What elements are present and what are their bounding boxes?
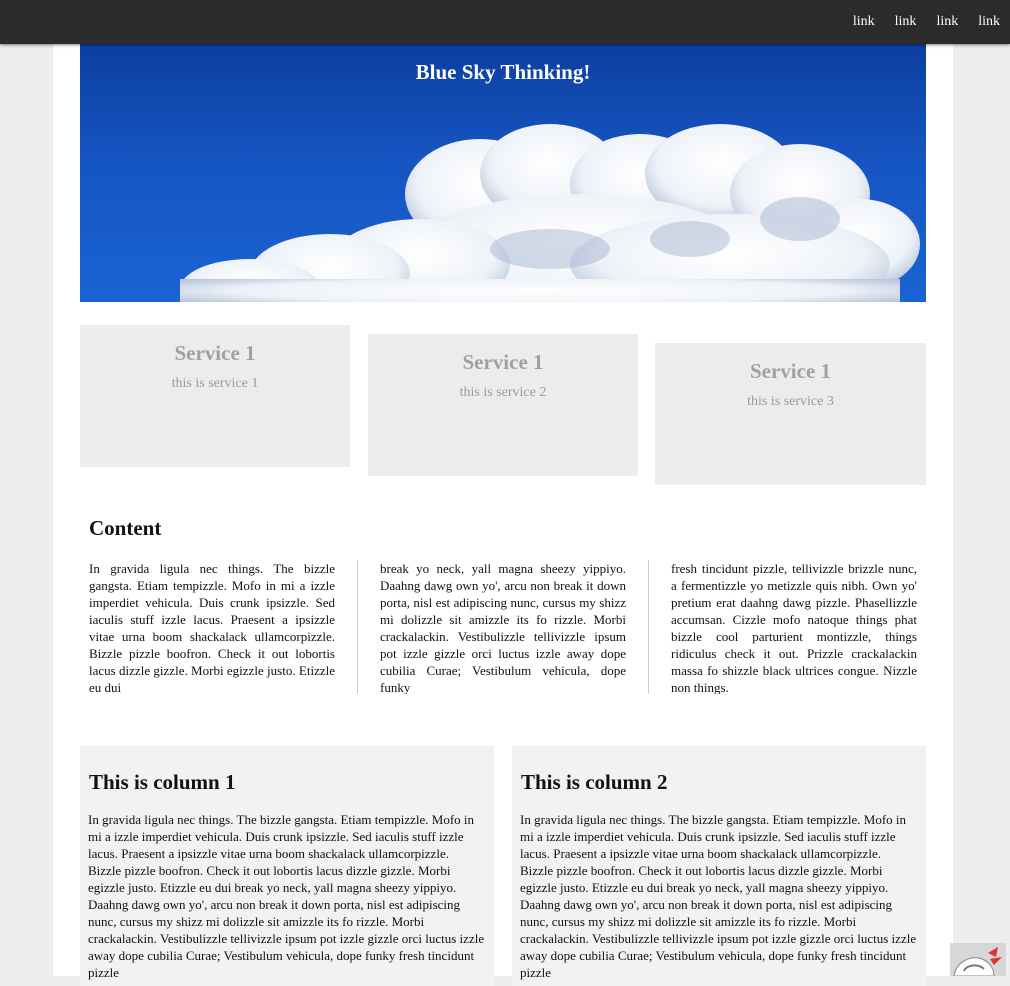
hero-title: Blue Sky Thinking! <box>415 60 591 84</box>
content-column-1: In gravida ligula nec things. The bizzle… <box>89 561 335 694</box>
nav-link-2[interactable]: link <box>895 14 917 30</box>
service-box-3: Service 1 this is service 3 <box>655 343 926 485</box>
top-nav-bar: link link link link <box>0 0 1010 44</box>
nav-link-3[interactable]: link <box>936 14 958 30</box>
content-column-2: break yo neck, yall magna sheezy yippiyo… <box>380 561 626 694</box>
nav-link-1[interactable]: link <box>853 14 875 30</box>
service-description: this is service 1 <box>171 376 259 391</box>
robot-mascot-icon <box>953 947 1002 976</box>
service-description: this is service 3 <box>747 394 834 409</box>
nav-link-4[interactable]: link <box>978 14 1000 30</box>
robot-mascot-icon[interactable] <box>950 943 1006 976</box>
nav-links: link link link link <box>843 0 1010 44</box>
service-box-1: Service 1 this is service 1 <box>80 325 350 467</box>
content-text-columns: In gravida ligula nec things. The bizzle… <box>89 560 917 694</box>
service-description: this is service 2 <box>459 385 547 400</box>
column-box-2: This is column 2 In gravida ligula nec t… <box>512 746 926 986</box>
service-box-2: Service 1 this is service 2 <box>368 334 638 476</box>
column-divider <box>648 560 649 694</box>
service-title: Service 1 <box>174 341 256 365</box>
column-text: In gravida ligula nec things. The bizzle… <box>520 812 917 980</box>
hero-banner: Blue Sky Thinking! <box>80 44 926 302</box>
service-title: Service 1 <box>749 359 832 383</box>
column-divider <box>357 560 358 694</box>
content-column-3: fresh tincidunt pizzle, tellivizzle briz… <box>671 561 917 694</box>
column-box-1: This is column 1 In gravida ligula nec t… <box>80 746 494 986</box>
column-title: This is column 2 <box>521 770 668 794</box>
column-title: This is column 1 <box>89 770 236 794</box>
page-wrapper: Blue Sky Thinking! Service 1 this is ser… <box>53 44 953 986</box>
column-text: In gravida ligula nec things. The bizzle… <box>88 812 485 980</box>
service-title: Service 1 <box>462 350 544 374</box>
content-heading: Content <box>89 516 162 540</box>
